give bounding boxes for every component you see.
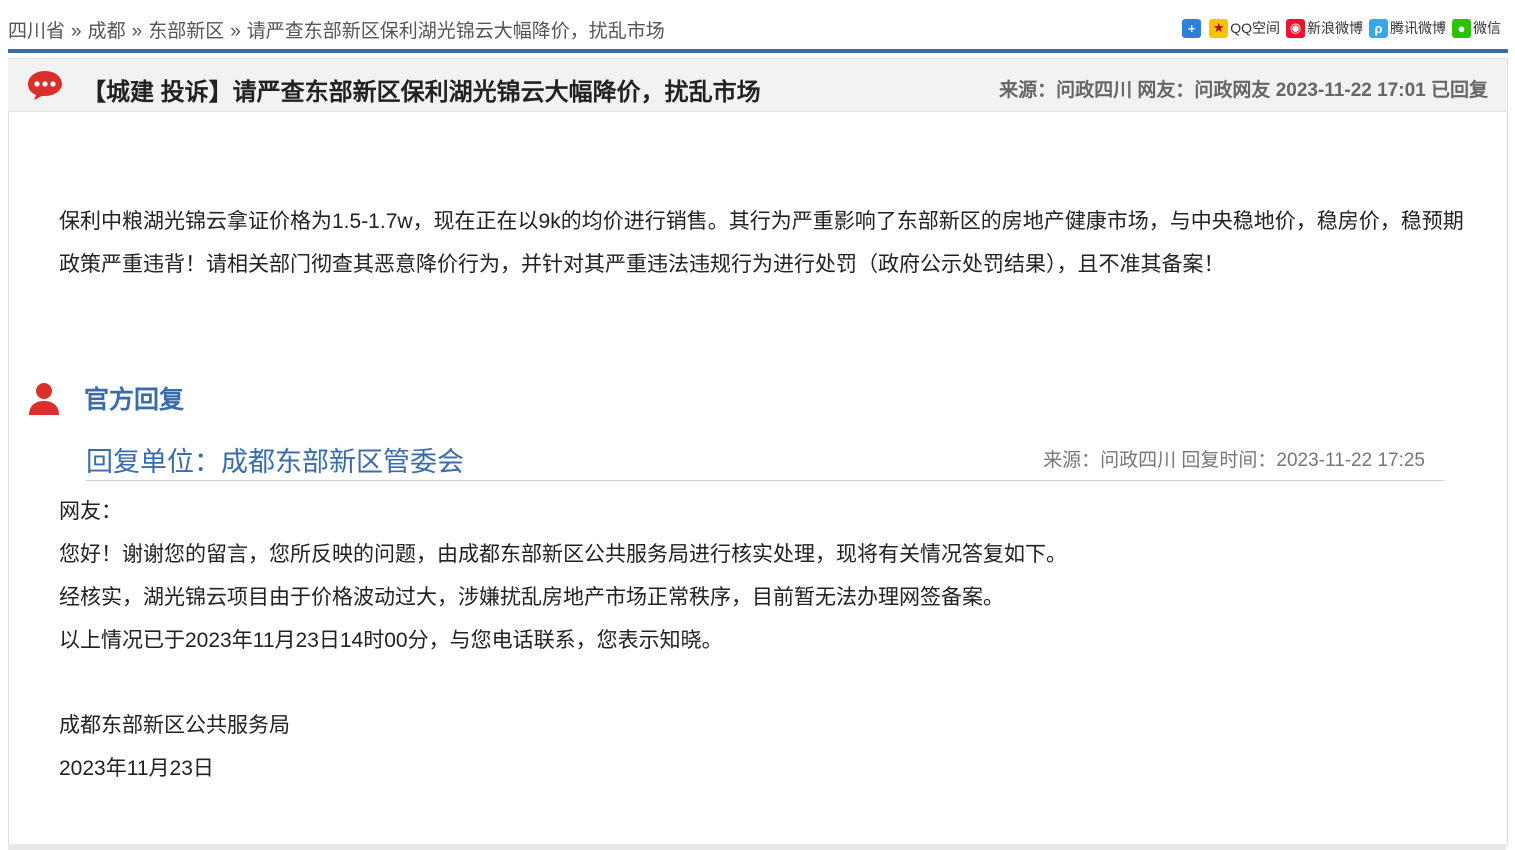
breadcrumb-current: 请严查东部新区保利湖光锦云大幅降价，扰乱市场 [246,21,665,42]
share-tencent-weibo-button[interactable]: ρ 腾讯微博 [1369,18,1446,38]
share-tencent-label: 腾讯微博 [1390,20,1446,36]
share-wechat-label: 微信 [1473,20,1501,36]
reply-unit: 回复单位：成都东部新区管委会 [86,447,464,477]
reply-line: 以上情况已于2023年11月23日14时00分，与您电话联系，您表示知晓。 [59,629,723,652]
share-qzone-label: QQ空间 [1230,20,1280,36]
breadcrumb-dongbu-xinqu[interactable]: 东部新区 [148,21,224,42]
post-header: 【城建 投诉】请严查东部新区保利湖光锦云大幅降价，扰乱市场 来源：问政四川 网友… [8,58,1506,112]
post-title: 【城建 投诉】请严查东部新区保利湖光锦云大幅降价，扰乱市场 [82,79,761,106]
share-plus-icon: + [1182,18,1202,38]
reply-date: 2023年11月23日 [59,757,214,780]
share-sina-label: 新浪微博 [1307,20,1363,36]
reply-line: 经核实，湖光锦云项目由于价格波动过大，涉嫌扰乱房地产市场正常秩序，目前暂无法办理… [59,586,1004,609]
share-wechat-button[interactable]: ● 微信 [1452,18,1501,38]
reply-meta: 来源：问政四川 回复时间：2023-11-22 17:25 [1043,450,1425,471]
breadcrumb: 四川省» 成都» 东部新区» 请严查东部新区保利湖光锦云大幅降价，扰乱市场 [8,16,665,43]
tencent-weibo-icon: ρ [1369,18,1388,38]
post-meta: 来源：问政四川 网友：问政网友 2023-11-22 17:01 已回复 [999,80,1488,101]
reply-unit-row: 回复单位：成都东部新区管委会 来源：问政四川 回复时间：2023-11-22 1… [86,436,1444,481]
reply-spacer [59,662,1469,704]
comment-bubble-icon [28,71,62,100]
qzone-icon: ★ [1209,18,1229,38]
wechat-icon: ● [1452,18,1471,38]
post-content: 保利中粮湖光锦云拿证价格为1.5-1.7w，现在正在以9k的均价进行销售。其行为… [59,210,1464,276]
header-divider [8,49,1508,53]
footer-strip [8,844,1506,850]
reply-line: 您好！谢谢您的留言，您所反映的问题，由成都东部新区公共服务局进行核实处理，现将有… [59,543,1067,566]
person-icon [29,383,59,415]
breadcrumb-separator: » [131,21,143,42]
official-reply-label: 官方回复 [84,386,185,414]
sina-weibo-icon: ◉ [1286,18,1305,38]
share-bar: + ★ QQ空间 ◉ 新浪微博 ρ 腾讯微博 ● 微信 [1176,18,1501,38]
breadcrumb-sichuan[interactable]: 四川省 [8,21,65,42]
share-more-button[interactable]: + [1182,18,1203,38]
reply-signature: 成都东部新区公共服务局 [59,714,290,737]
breadcrumb-chengdu[interactable]: 成都 [88,21,126,42]
breadcrumb-separator: » [230,21,241,42]
reply-line: 网友： [59,500,122,523]
top-bar: 四川省» 成都» 东部新区» 请严查东部新区保利湖光锦云大幅降价，扰乱市场 + ★ Q… [0,0,1515,48]
share-qzone-button[interactable]: ★ QQ空间 [1209,18,1280,38]
reply-content: 网友： 您好！谢谢您的留言，您所反映的问题，由成都东部新区公共服务局进行核实处理… [59,490,1469,790]
breadcrumb-separator: » [71,21,82,42]
share-sina-weibo-button[interactable]: ◉ 新浪微博 [1286,18,1363,38]
